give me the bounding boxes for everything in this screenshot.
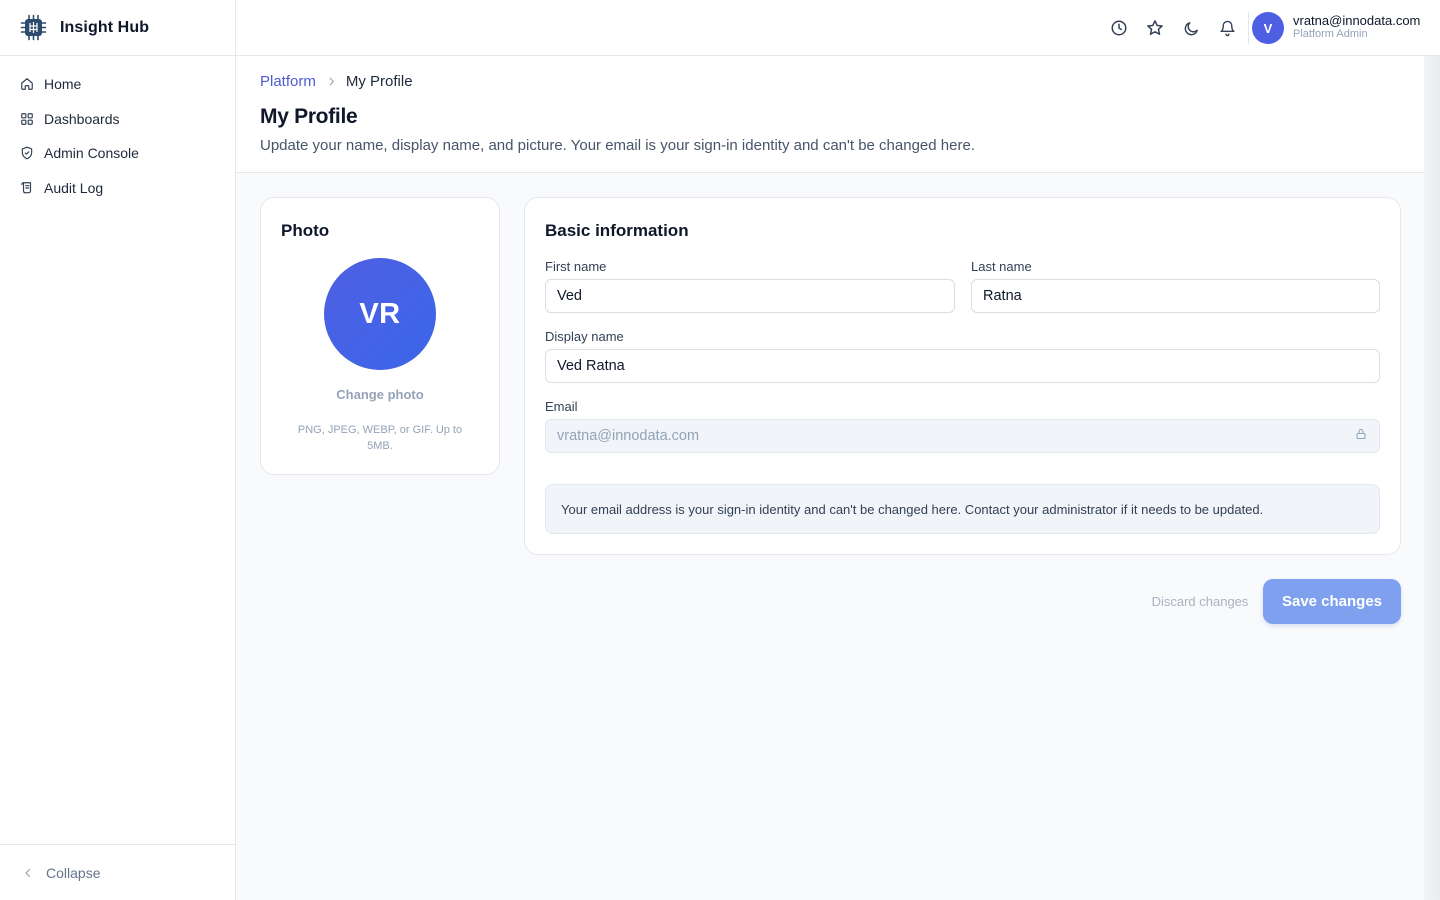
- star-icon[interactable]: [1145, 18, 1165, 38]
- sidebar-item-label: Dashboards: [44, 110, 120, 127]
- last-name-input[interactable]: [971, 279, 1380, 313]
- basic-info-card: Basic information First name Last name D…: [524, 197, 1401, 555]
- topbar-divider: [1248, 12, 1249, 44]
- photo-card: Photo VR Change photo PNG, JPEG, WEBP, o…: [260, 197, 500, 475]
- sidebar-item-home[interactable]: Home: [0, 67, 235, 102]
- email-notice: Your email address is your sign-in ident…: [545, 484, 1380, 534]
- grid-icon: [20, 112, 34, 126]
- first-name-label: First name: [545, 259, 607, 274]
- change-photo-button[interactable]: Change photo: [261, 387, 499, 402]
- sidebar-item-label: Admin Console: [44, 145, 139, 162]
- scroll-edge: [1424, 56, 1440, 900]
- last-name-label: Last name: [971, 259, 1032, 274]
- sidebar-item-label: Audit Log: [44, 179, 104, 196]
- user-avatar[interactable]: V: [1252, 12, 1284, 44]
- sidebar-item-label: Home: [44, 76, 82, 93]
- chevron-left-icon: [22, 867, 34, 879]
- email-field: [545, 419, 1380, 453]
- profile-avatar[interactable]: VR: [324, 258, 436, 370]
- moon-icon[interactable]: [1181, 18, 1201, 38]
- page-subtitle: Update your name, display name, and pict…: [260, 137, 975, 154]
- first-name-input[interactable]: [545, 279, 955, 313]
- sidebar: Insight Hub Home Dashboards Admin Consol…: [0, 0, 236, 900]
- scroll-icon: [20, 181, 34, 195]
- chip-logo-icon: [20, 14, 47, 41]
- app-name: Insight Hub: [60, 18, 150, 36]
- sidebar-item-audit-log[interactable]: Audit Log: [0, 171, 235, 206]
- history-icon[interactable]: [1109, 18, 1129, 38]
- sidebar-item-admin-console[interactable]: Admin Console: [0, 136, 235, 171]
- basic-info-title: Basic information: [545, 221, 689, 240]
- page-title: My Profile: [260, 105, 358, 128]
- display-name-label: Display name: [545, 329, 624, 344]
- breadcrumb-link-platform[interactable]: Platform: [260, 73, 316, 90]
- sidebar-item-dashboards[interactable]: Dashboards: [0, 102, 235, 137]
- breadcrumb: Platform My Profile: [260, 73, 413, 90]
- shield-check-icon: [20, 146, 34, 160]
- breadcrumb-current: My Profile: [345, 73, 413, 90]
- chevron-right-icon: [326, 76, 337, 87]
- lock-icon: [1354, 427, 1368, 441]
- collapse-button[interactable]: Collapse: [0, 844, 235, 900]
- bell-icon[interactable]: [1217, 18, 1237, 38]
- home-icon: [20, 77, 34, 91]
- discard-changes-button[interactable]: Discard changes: [1142, 592, 1258, 610]
- email-label: Email: [545, 399, 578, 414]
- collapse-label: Collapse: [46, 864, 101, 881]
- topbar: V vratna@innodata.com Platform Admin: [236, 0, 1440, 56]
- brand[interactable]: Insight Hub: [0, 0, 235, 56]
- display-name-input[interactable]: [545, 349, 1380, 383]
- page-header: Platform My Profile My Profile Update yo…: [236, 56, 1424, 173]
- photo-card-title: Photo: [281, 221, 330, 240]
- sidebar-nav: Home Dashboards Admin Console Audit Log: [0, 56, 235, 205]
- save-changes-button[interactable]: Save changes: [1263, 579, 1401, 624]
- user-email[interactable]: vratna@innodata.com: [1293, 13, 1420, 28]
- user-role: Platform Admin: [1293, 28, 1368, 40]
- photo-hint: PNG, JPEG, WEBP, or GIF. Up to 5MB.: [297, 424, 463, 452]
